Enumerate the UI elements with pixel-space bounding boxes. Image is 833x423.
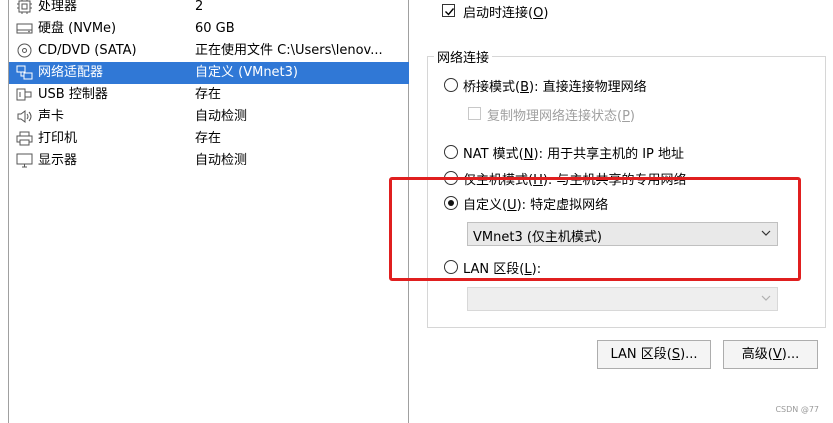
device-list: 处理器 2 硬盘 (NVMe) 60 GB CD/DVD (SATA) 正在使用… — [8, 0, 409, 423]
custom-radio[interactable] — [444, 196, 458, 210]
lan-segments-button[interactable]: LAN 区段(S)... — [597, 340, 711, 369]
device-row-network-adapter[interactable]: 网络适配器 自定义 (VMnet3) — [9, 62, 409, 84]
cd-dvd-icon — [17, 43, 32, 58]
accelerator-key: P — [622, 109, 630, 124]
label-text: )... — [680, 347, 698, 362]
label-text: 复制物理网络连接状态( — [487, 109, 623, 124]
checkmark-icon — [445, 8, 455, 16]
label-text: ) — [543, 6, 549, 21]
custom-label[interactable]: 自定义(U): 特定虚拟网络 — [463, 194, 608, 213]
label-text: LAN 区段( — [463, 262, 525, 277]
lan-segment-radio[interactable] — [444, 260, 458, 274]
device-summary: 正在使用文件 C:\Users\lenov... — [195, 43, 383, 58]
device-summary: 存在 — [195, 87, 222, 102]
label-text: 高级( — [741, 347, 773, 362]
label-text: ): 特定虚拟网络 — [516, 198, 609, 213]
replicate-physical-state-label[interactable]: 复制物理网络连接状态(P) — [487, 105, 635, 124]
bridged-label[interactable]: 桥接模式(B): 直接连接物理网络 — [463, 76, 647, 95]
label-text: 仅主机模式( — [463, 173, 534, 188]
lan-segment-label[interactable]: LAN 区段(L): — [463, 258, 541, 277]
device-row-processor[interactable]: 处理器 2 — [9, 0, 409, 18]
watermark: CSDN @77 — [775, 405, 819, 414]
device-summary: 自定义 (VMnet3) — [195, 65, 298, 80]
advanced-button[interactable]: 高级(V)... — [723, 340, 818, 369]
custom-network-select[interactable]: VMnet3 (仅主机模式) — [467, 222, 778, 246]
device-name: 网络适配器 — [38, 65, 104, 80]
label-text: ) — [629, 109, 635, 124]
network-connection-title: 网络连接 — [434, 47, 493, 66]
device-name: 处理器 — [38, 0, 78, 14]
nat-radio[interactable] — [444, 145, 458, 159]
accelerator-key: N — [523, 147, 534, 162]
device-row-sound-card[interactable]: 声卡 自动检测 — [9, 106, 409, 128]
device-summary: 存在 — [195, 131, 222, 146]
hard-disk-icon — [16, 23, 33, 34]
cpu-icon — [17, 0, 32, 14]
accelerator-key: B — [520, 80, 529, 95]
label-text: ): — [531, 262, 542, 277]
host-only-radio[interactable] — [444, 171, 458, 185]
network-adapter-icon — [16, 65, 33, 80]
connect-at-power-on-label[interactable]: 启动时连接(O) — [463, 2, 548, 21]
lan-segment-select[interactable] — [467, 287, 778, 311]
label-text: )... — [781, 347, 800, 362]
printer-icon — [16, 131, 33, 146]
device-name: USB 控制器 — [38, 87, 108, 102]
device-name: CD/DVD (SATA) — [38, 43, 137, 58]
replicate-physical-state-checkbox[interactable] — [468, 107, 481, 120]
label-text: ): 用于共享主机的 IP 地址 — [533, 147, 685, 162]
device-name: 显示器 — [38, 153, 78, 168]
device-row-display[interactable]: 显示器 自动检测 — [9, 150, 409, 172]
device-summary: 自动检测 — [195, 109, 248, 124]
nat-label[interactable]: NAT 模式(N): 用于共享主机的 IP 地址 — [463, 143, 684, 162]
accelerator-key: H — [533, 173, 543, 188]
speaker-icon — [17, 110, 32, 123]
monitor-icon — [16, 153, 33, 168]
device-row-hard-disk[interactable]: 硬盘 (NVMe) 60 GB — [9, 18, 409, 40]
device-name: 打印机 — [38, 131, 78, 146]
device-summary: 60 GB — [195, 21, 235, 36]
device-summary: 自动检测 — [195, 153, 248, 168]
accelerator-key: O — [533, 6, 544, 21]
bridged-radio[interactable] — [444, 78, 458, 92]
device-summary: 2 — [195, 0, 204, 14]
connect-at-power-on-checkbox[interactable] — [442, 4, 455, 17]
device-row-printer[interactable]: 打印机 存在 — [9, 128, 409, 150]
accelerator-key: L — [524, 262, 532, 277]
label-text: 启动时连接( — [463, 6, 534, 21]
label-text: NAT 模式( — [463, 147, 524, 162]
host-only-label[interactable]: 仅主机模式(H): 与主机共享的专用网络 — [463, 169, 686, 188]
label-text: 桥接模式( — [463, 80, 521, 95]
selected-value: VMnet3 (仅主机模式) — [473, 230, 602, 245]
device-name: 硬盘 (NVMe) — [38, 21, 117, 36]
device-row-cd-dvd[interactable]: CD/DVD (SATA) 正在使用文件 C:\Users\lenov... — [9, 40, 409, 62]
settings-pane: 启动时连接(O) 网络连接 桥接模式(B): 直接连接物理网络 复制物理网络连接… — [410, 0, 833, 423]
usb-icon — [16, 88, 32, 101]
chevron-down-icon — [761, 230, 771, 236]
chevron-down-icon — [761, 295, 771, 301]
label-text: ): 与主机共享的专用网络 — [542, 173, 687, 188]
label-text: LAN 区段( — [610, 347, 672, 362]
label-text: 自定义( — [463, 198, 508, 213]
accelerator-key: U — [507, 198, 517, 213]
accelerator-key: S — [671, 347, 681, 362]
label-text: ): 直接连接物理网络 — [529, 80, 647, 95]
accelerator-key: V — [772, 347, 782, 362]
device-name: 声卡 — [38, 109, 65, 124]
device-row-usb[interactable]: USB 控制器 存在 — [9, 84, 409, 106]
